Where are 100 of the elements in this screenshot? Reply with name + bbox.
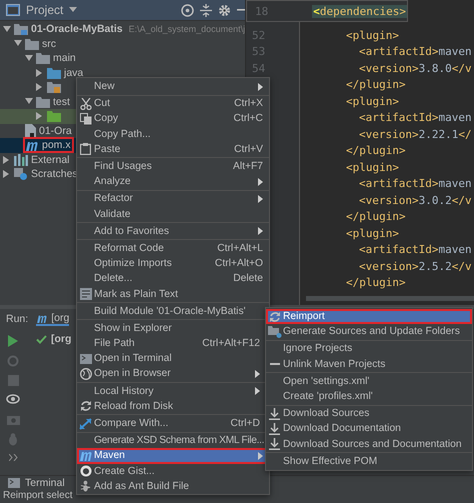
tree-item-label[interactable]: 01-Ora [39,124,72,137]
row-highlight[interactable] [0,109,76,124]
caret-icon[interactable] [69,7,78,13]
menu-item[interactable]: Build Module '01-Oracle-MyBatis' [77,304,266,319]
menu-item[interactable]: Show Effective POM [266,454,472,469]
code-line: <version>3.8.0</v [358,62,472,75]
more-icon[interactable] [8,454,18,461]
collapsed-arrow-icon[interactable] [36,112,43,120]
code-line: <version>2.22.1</ [358,128,472,141]
tree-item-label[interactable]: Scratches [31,168,78,180]
tree-item-label[interactable]: 01-Oracle-MyBatis [31,23,123,36]
menu-item[interactable]: Delete... Delete [77,271,269,286]
menu-item[interactable]: Create 'profiles.xml' [266,388,472,404]
menu-item[interactable]: Show in Explorer [77,320,266,336]
expanded-arrow-icon[interactable] [14,40,22,48]
expanded-arrow-icon[interactable] [3,26,11,33]
run-label: Run: [6,313,28,325]
scratches-icon [14,168,28,181]
folder-icon [36,52,50,64]
menu-item[interactable]: Paste Ctrl+V [77,142,269,157]
code-line: </plugin> [345,276,406,290]
menu-item[interactable]: Generate XSD Schema from XML File... [77,433,269,448]
code-line: <plugin> [345,94,399,108]
menu-item[interactable]: Ignore Projects [266,341,472,357]
menu-item[interactable]: Open 'settings.xml' [266,374,472,389]
menu-item[interactable]: Open in Terminal [77,351,266,366]
terminal-tab[interactable]: Terminal [0,476,65,489]
menu-item[interactable]: Open in Browser [77,366,266,382]
code-line: <artifactId>maven [358,45,472,58]
menu-item[interactable]: Find Usages Alt+F7 [77,158,269,174]
play-icon[interactable] [8,335,18,347]
menu-item[interactable]: Unlink Maven Projects [266,356,472,372]
scrollbar[interactable] [306,296,474,301]
collapsed-arrow-icon[interactable] [36,68,43,77]
row-highlight[interactable]: pom.x [0,138,76,152]
code-line: <artifactId>maven [358,111,472,124]
menu-item[interactable]: Download Sources [266,406,472,422]
expanded-arrow-icon[interactable] [25,98,33,106]
panel-title[interactable]: Project [26,3,64,17]
menu-item[interactable]: Download Documentation [266,421,472,436]
code-line: <artifactId>maven [358,177,472,190]
copy-icon [80,112,92,125]
collapsed-arrow-icon[interactable] [3,170,10,178]
settings-icon[interactable] [218,4,231,16]
menu-item[interactable]: Copy Ctrl+C [77,111,269,127]
folder-icon [47,110,61,122]
collapse-icon[interactable] [200,4,212,16]
compare-icon [79,418,92,430]
download-icon [269,438,280,450]
menu-item[interactable]: Add to Favorites [77,224,269,239]
menu-item[interactable]: Generate Sources and Update Folders [266,324,472,340]
menu-item[interactable]: Compare With... Ctrl+D [77,416,266,432]
library-icon [14,154,28,166]
code-line: <plugin> [345,160,399,174]
eye-icon[interactable] [6,394,20,406]
menu-item[interactable]: Local History [77,384,266,399]
maven-icon [36,314,48,322]
folder-icon [47,81,61,94]
tree-item-label[interactable]: src [42,38,56,50]
locate-icon[interactable] [181,4,194,16]
menu-item[interactable]: Reimport [266,309,472,324]
document-icon [80,288,92,300]
collapsed-arrow-icon[interactable] [3,156,10,164]
menu-item[interactable]: Refactor [77,191,269,206]
menu-item[interactable]: Reformat Code Ctrl+Alt+L [77,240,269,256]
menu-item[interactable]: Cut Ctrl+X [77,96,269,112]
clipboard-icon [80,143,91,156]
run-tree-item[interactable]: [org [51,333,72,345]
refresh-icon [268,310,280,323]
minimize-icon[interactable] [237,9,245,11]
menu-item[interactable]: Analyze [77,174,269,190]
menu-item[interactable]: New [77,79,269,94]
menu-item[interactable]: Copy Path... [77,126,269,142]
menu-item[interactable]: Add as Ant Build File [77,478,269,494]
folder-icon [47,66,61,79]
code-line: <version>2.5.2</v [358,260,472,273]
menu-item[interactable]: File Path Ctrl+Alt+F12 [77,336,266,352]
tree-item-label[interactable]: test [53,96,70,108]
menu-item[interactable]: Download Sources and Documentation [266,436,472,452]
run-tab[interactable]: [org [36,312,70,326]
tree-item-label[interactable]: main [53,52,76,64]
expanded-arrow-icon[interactable] [25,54,33,62]
menu-item[interactable]: Create Gist... [77,464,269,479]
scissors-icon [80,98,92,110]
menu-item[interactable]: Optimize Imports Ctrl+Alt+O [77,256,269,272]
folder-icon [25,38,39,50]
file-icon [25,124,36,138]
menu-item[interactable]: Validate [77,206,269,222]
panel-icon [6,4,20,16]
menu-item[interactable]: Mark as Plain Text [77,286,269,302]
collapsed-arrow-icon[interactable] [36,83,43,92]
maven-icon [78,450,92,462]
tree-item-label[interactable]: pom.x [42,139,71,152]
minus-icon [270,363,280,366]
download-icon [269,422,280,435]
menu-item[interactable]: Reload from Disk [77,398,266,414]
tree-item-label[interactable]: java [64,66,84,79]
folder-icon [14,23,28,36]
tree-item-label[interactable]: External [31,154,70,166]
status-message: Reimport select [2,489,72,502]
